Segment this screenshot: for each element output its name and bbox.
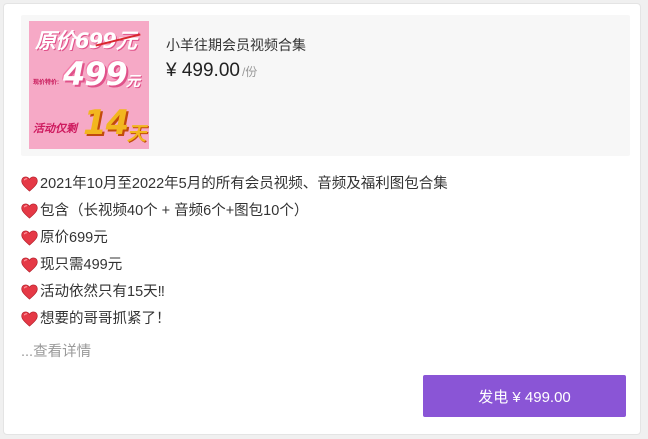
product-summary[interactable]: 原价699元 现价特价: 499 元 活动仅剩 14 天 小羊往期会员视频合集 … <box>21 15 630 156</box>
image-yuan: 元 <box>126 73 140 89</box>
image-promo-price: 499 <box>63 55 128 93</box>
description: 2021年10月至2022年5月的所有会员视频、音频及福利图包合集 包含（长视频… <box>21 174 621 336</box>
description-line: 想要的哥哥抓紧了！ <box>21 309 621 336</box>
description-text: 活动依然只有15天‼ <box>40 284 165 300</box>
description-text: 想要的哥哥抓紧了！ <box>40 311 171 327</box>
description-text: 2021年10月至2022年5月的所有会员视频、音频及福利图包合集 <box>40 176 448 192</box>
image-now-label: 现价特价: <box>33 80 59 86</box>
price-value: ¥ 499.00 <box>166 60 240 81</box>
price-unit: /份 <box>241 65 258 79</box>
send-power-button[interactable]: 发电 ¥ 499.00 <box>423 375 626 417</box>
product-card: 原价699元 现价特价: 499 元 活动仅剩 14 天 小羊往期会员视频合集 … <box>3 3 641 435</box>
description-line: 包含（长视频40个 + 音频6个+图包10个） <box>21 201 621 228</box>
view-details-link[interactable]: ...查看详情 <box>21 340 91 361</box>
description-text: 包含（长视频40个 + 音频6个+图包10个） <box>40 203 309 219</box>
heart-icon <box>21 176 38 192</box>
heart-icon <box>21 284 38 300</box>
image-activity-label: 活动仅剩 <box>33 123 77 135</box>
description-line: 活动依然只有15天‼ <box>21 282 621 309</box>
image-tian: 天 <box>127 124 147 145</box>
heart-icon <box>21 203 38 219</box>
send-power-label: 发电 ¥ 499.00 <box>478 388 571 406</box>
heart-icon <box>21 311 38 327</box>
product-title: 小羊往期会员视频合集 <box>166 37 306 53</box>
description-line: 现只需499元 <box>21 255 621 282</box>
heart-icon <box>21 230 38 246</box>
description-text: 原价699元 <box>40 230 108 246</box>
product-image[interactable]: 原价699元 现价特价: 499 元 活动仅剩 14 天 <box>29 21 149 149</box>
description-line: 原价699元 <box>21 228 621 255</box>
description-text: 现只需499元 <box>40 257 123 273</box>
description-line: 2021年10月至2022年5月的所有会员视频、音频及福利图包合集 <box>21 174 621 201</box>
product-price: ¥ 499.00/份 <box>166 60 257 82</box>
image-days: 14 <box>83 103 129 143</box>
heart-icon <box>21 257 38 273</box>
